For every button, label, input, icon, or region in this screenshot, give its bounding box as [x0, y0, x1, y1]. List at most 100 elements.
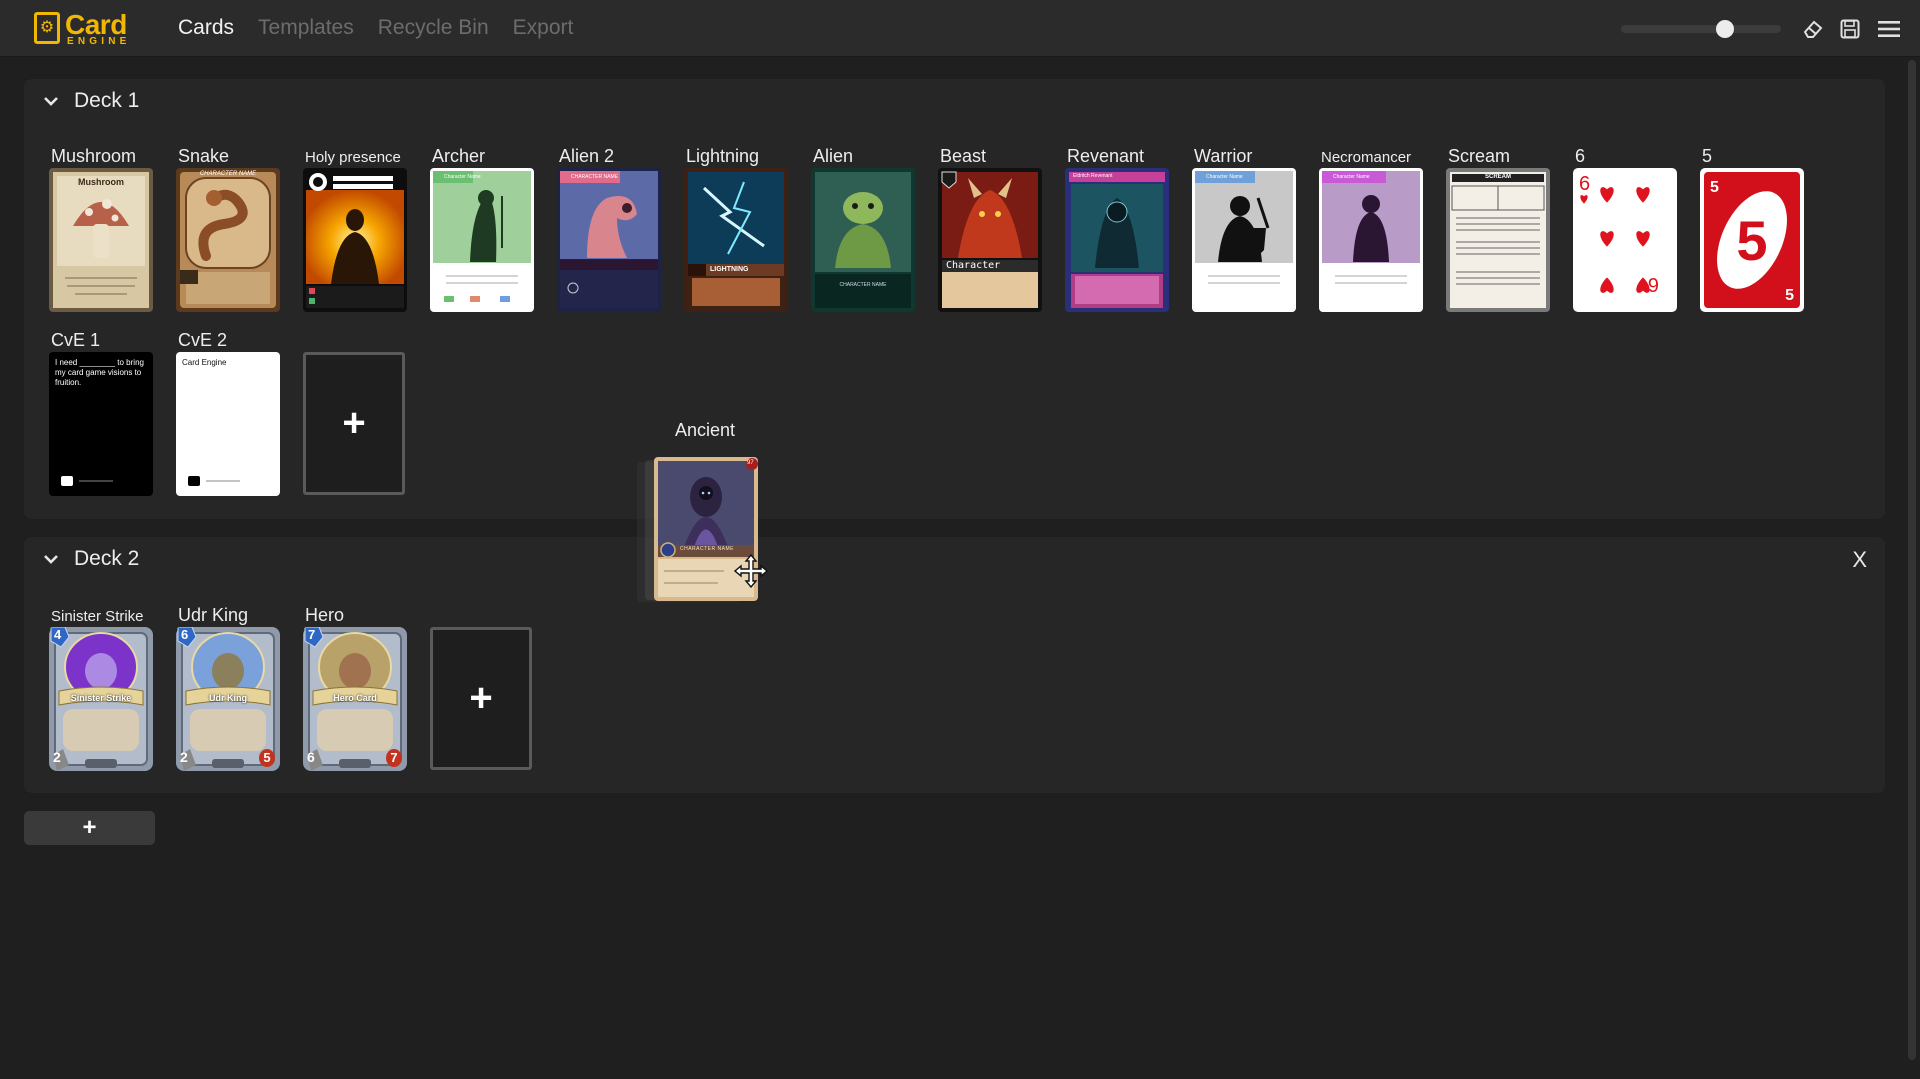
card-thumbnail[interactable]: Card Engine [176, 352, 280, 496]
card-thumbnail[interactable]: Mushroom [49, 168, 153, 312]
card-thumbnail[interactable]: Hero Card 7 6 7 [303, 627, 407, 771]
mana-cost: 6 [181, 627, 189, 642]
card-thumbnail[interactable]: CHARACTER NAME [176, 168, 280, 312]
card-thumbnail[interactable]: Sinister Strike 4 2 [49, 627, 153, 771]
card-thumbnail[interactable]: Character [938, 168, 1042, 312]
card-title-text: SCREAM [1484, 174, 1511, 180]
nav-recycle-bin[interactable]: Recycle Bin [378, 16, 489, 40]
mana-cost: 7 [308, 627, 316, 642]
card-title-text: Card Engine [182, 358, 227, 367]
card-label: Scream [1448, 146, 1511, 166]
health-value: 5 [259, 749, 275, 767]
deck-panel-2: Deck 2 X Sinister Strike Sinister Strike… [24, 537, 1885, 793]
top-bar: ⚙ Card ENGINE Cards Templates Recycle Bi… [0, 0, 1920, 57]
card-title-text: Mushroom [78, 177, 124, 187]
card-label: Mushroom [51, 146, 137, 166]
card-thumbnail[interactable]: Eldritch Revenant [1065, 168, 1169, 312]
card-title-text: CHARACTER NAME [571, 174, 618, 180]
scrollbar[interactable] [1908, 60, 1916, 1060]
svg-text:6: 6 [1648, 273, 1659, 295]
card-label: CvE 1 [51, 330, 101, 350]
mana-cost: 4 [54, 627, 62, 642]
card-label: Sinister Strike [51, 608, 144, 625]
attack-value: 6 [307, 749, 315, 765]
card-label: Alien [813, 146, 854, 166]
card-thumbnail[interactable]: Character Name [430, 168, 534, 312]
card-thumbnail[interactable]: Character Name [1319, 168, 1423, 312]
card-title-text: Character [946, 260, 1001, 271]
save-icon[interactable] [1837, 16, 1863, 42]
svg-text:6: 6 [1579, 173, 1590, 195]
card-thumbnail[interactable]: 6 66 [1573, 168, 1677, 312]
svg-text:5: 5 [1736, 209, 1767, 272]
card-title-text: Character Name [444, 174, 481, 180]
card-title-text: CHARACTER NAME [199, 171, 257, 177]
app-logo[interactable]: ⚙ Card ENGINE [34, 9, 139, 48]
main-nav: Cards Templates Recycle Bin Export [178, 16, 573, 40]
card-label: Beast [940, 146, 987, 166]
card-label: Alien 2 [559, 146, 615, 166]
card-label: 6 [1575, 146, 1586, 166]
card-thumbnail[interactable]: Character Name [1192, 168, 1296, 312]
card-thumbnail[interactable]: LIGHTNING [684, 168, 788, 312]
deck-title: Deck 1 [74, 89, 140, 112]
card-title-text: Sinister Strike [70, 693, 132, 703]
card-thumbnail[interactable]: I need ________ to bring my card game vi… [49, 352, 153, 496]
move-cursor-icon [733, 553, 769, 589]
dragging-card-group[interactable]: Ancient CHARACTER NAME 97 [635, 420, 795, 602]
add-card-button[interactable]: + [430, 627, 532, 770]
svg-text:5: 5 [1785, 287, 1794, 304]
card-thumbnail[interactable]: 5 5 55 [1700, 168, 1804, 312]
nav-templates[interactable]: Templates [258, 16, 354, 40]
card-thumbnail[interactable]: SCREAM [1446, 168, 1550, 312]
zoom-slider-thumb[interactable] [1716, 20, 1734, 38]
nav-cards[interactable]: Cards [178, 16, 234, 40]
chevron-down-icon[interactable] [42, 550, 60, 568]
card-title-text: Eldritch Revenant [1073, 173, 1113, 179]
deck-panel-1: Deck 1 Mushroom Mushroom Snake CHARACTER … [24, 79, 1885, 519]
card-thumbnail[interactable]: CHARACTER NAME [811, 168, 915, 312]
card-badge: 97 [747, 460, 754, 466]
card-label: Archer [432, 146, 486, 166]
scrollbar-thumb[interactable] [1908, 60, 1916, 1060]
delete-deck-button[interactable]: X [1852, 547, 1867, 573]
card-label: Necromancer [1321, 149, 1412, 166]
card-title-text: I need ________ to bring my card game vi… [55, 358, 144, 387]
card-label: Hero [305, 605, 345, 625]
deck-header[interactable]: Deck 1 [42, 89, 139, 113]
card-label: Revenant [1067, 146, 1145, 166]
card-label: Ancient [675, 420, 736, 440]
card-title-text: Hero Card [333, 693, 377, 703]
health-value: 7 [386, 749, 402, 767]
menu-icon[interactable] [1876, 16, 1902, 42]
deck-header[interactable]: Deck 2 [42, 547, 139, 571]
attack-value: 2 [53, 749, 61, 765]
card-label: 5 [1702, 146, 1713, 166]
card-thumbnail[interactable]: HOLY PRESENCE [303, 168, 407, 312]
card-title-text: CHARACTER NAME [680, 546, 734, 552]
card-label: Lightning [686, 146, 760, 166]
add-deck-button[interactable]: + [24, 811, 155, 845]
card-thumbnail[interactable]: CHARACTER NAME [557, 168, 661, 312]
svg-text:5: 5 [1710, 179, 1719, 196]
card-label: Udr King [178, 605, 249, 625]
deck-title: Deck 2 [74, 547, 140, 570]
zoom-slider[interactable] [1621, 20, 1781, 38]
add-card-button[interactable]: + [303, 352, 405, 495]
card-label: Holy presence [305, 149, 401, 166]
logo-gear-icon: ⚙ [34, 12, 60, 44]
card-thumbnail[interactable]: Udr King 6 2 5 [176, 627, 280, 771]
card-label: Snake [178, 146, 230, 166]
card-title-text: Udr King [209, 693, 247, 703]
chevron-down-icon[interactable] [42, 92, 60, 110]
nav-export[interactable]: Export [513, 16, 574, 40]
card-label: Warrior [1194, 146, 1253, 166]
card-title-text: Character Name [1206, 174, 1243, 180]
card-title-text: CHARACTER NAME [839, 282, 887, 288]
attack-value: 2 [180, 749, 188, 765]
eraser-icon[interactable] [1800, 16, 1826, 42]
card-title-text: LIGHTNING [710, 266, 749, 273]
logo-subtext: ENGINE [67, 36, 131, 47]
card-label: CvE 2 [178, 330, 228, 350]
card-title-text: Character Name [1333, 174, 1370, 180]
